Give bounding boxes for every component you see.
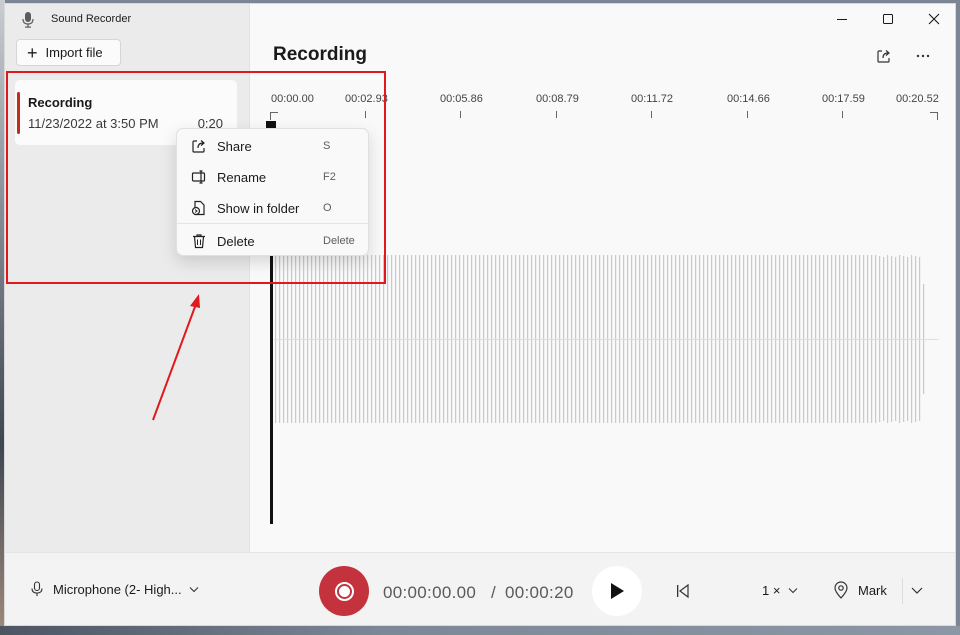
timeline-tick: 00:08.79	[536, 93, 579, 105]
play-icon	[611, 583, 624, 599]
skip-back-icon[interactable]	[674, 582, 692, 600]
microphone-icon	[31, 581, 43, 596]
app-title: Sound Recorder	[51, 13, 132, 25]
import-file-label: Import file	[45, 45, 103, 60]
window-controls	[819, 4, 955, 34]
mark-label: Mark	[858, 582, 887, 598]
close-button[interactable]	[911, 4, 955, 34]
more-options-button[interactable]	[911, 44, 935, 68]
playback-speed-label: 1 ×	[762, 583, 781, 598]
chevron-down-icon	[789, 588, 798, 594]
time-separator: /	[491, 583, 496, 602]
minimize-button[interactable]	[819, 4, 865, 34]
current-time: 00:00:00.00	[383, 583, 477, 602]
total-time: 00:00:20	[505, 583, 574, 602]
timeline-tick: 00:20.52	[896, 93, 939, 105]
annotation-highlight-box	[6, 71, 386, 284]
timeline-end-bracket	[930, 112, 938, 120]
timeline-tick-mark	[651, 111, 652, 118]
timeline-tick-mark	[747, 111, 748, 118]
chevron-down-icon[interactable]	[910, 586, 924, 596]
close-icon	[928, 13, 940, 25]
timeline-tick: 00:05.86	[440, 93, 483, 105]
microphone-label: Microphone (2- High...	[53, 581, 182, 597]
timeline-tick-mark	[460, 111, 461, 118]
chevron-down-icon	[189, 586, 199, 592]
timeline-tick: 00:11.72	[631, 93, 674, 105]
share-button[interactable]	[872, 44, 896, 68]
minimize-icon	[837, 19, 847, 20]
import-file-button[interactable]: + Import file	[16, 39, 121, 66]
playback-bar: Microphone (2- High... 00:00:00.00 / 00:…	[5, 552, 955, 625]
microphone-icon	[22, 12, 34, 28]
waveform-baseline	[274, 339, 939, 340]
maximize-button[interactable]	[865, 4, 911, 34]
microphone-selector[interactable]: Microphone (2- High...	[30, 581, 199, 597]
play-button[interactable]	[592, 566, 642, 616]
playback-speed-selector[interactable]: 1 ×	[762, 583, 798, 598]
timeline-tick-mark	[842, 111, 843, 118]
record-button[interactable]	[319, 566, 369, 616]
taskbar-strip	[0, 626, 960, 635]
share-icon	[877, 50, 890, 63]
more-icon	[916, 54, 930, 58]
timeline-tick: 00:17.59	[822, 93, 865, 105]
plus-icon: +	[27, 42, 38, 63]
divider	[902, 578, 903, 604]
maximize-icon	[883, 14, 893, 24]
timeline-tick-mark	[556, 111, 557, 118]
mark-button[interactable]: Mark	[833, 581, 887, 599]
page-title: Recording	[273, 44, 367, 65]
location-pin-icon	[834, 581, 848, 599]
record-icon	[334, 581, 354, 601]
timeline-tick: 00:14.66	[727, 93, 770, 105]
